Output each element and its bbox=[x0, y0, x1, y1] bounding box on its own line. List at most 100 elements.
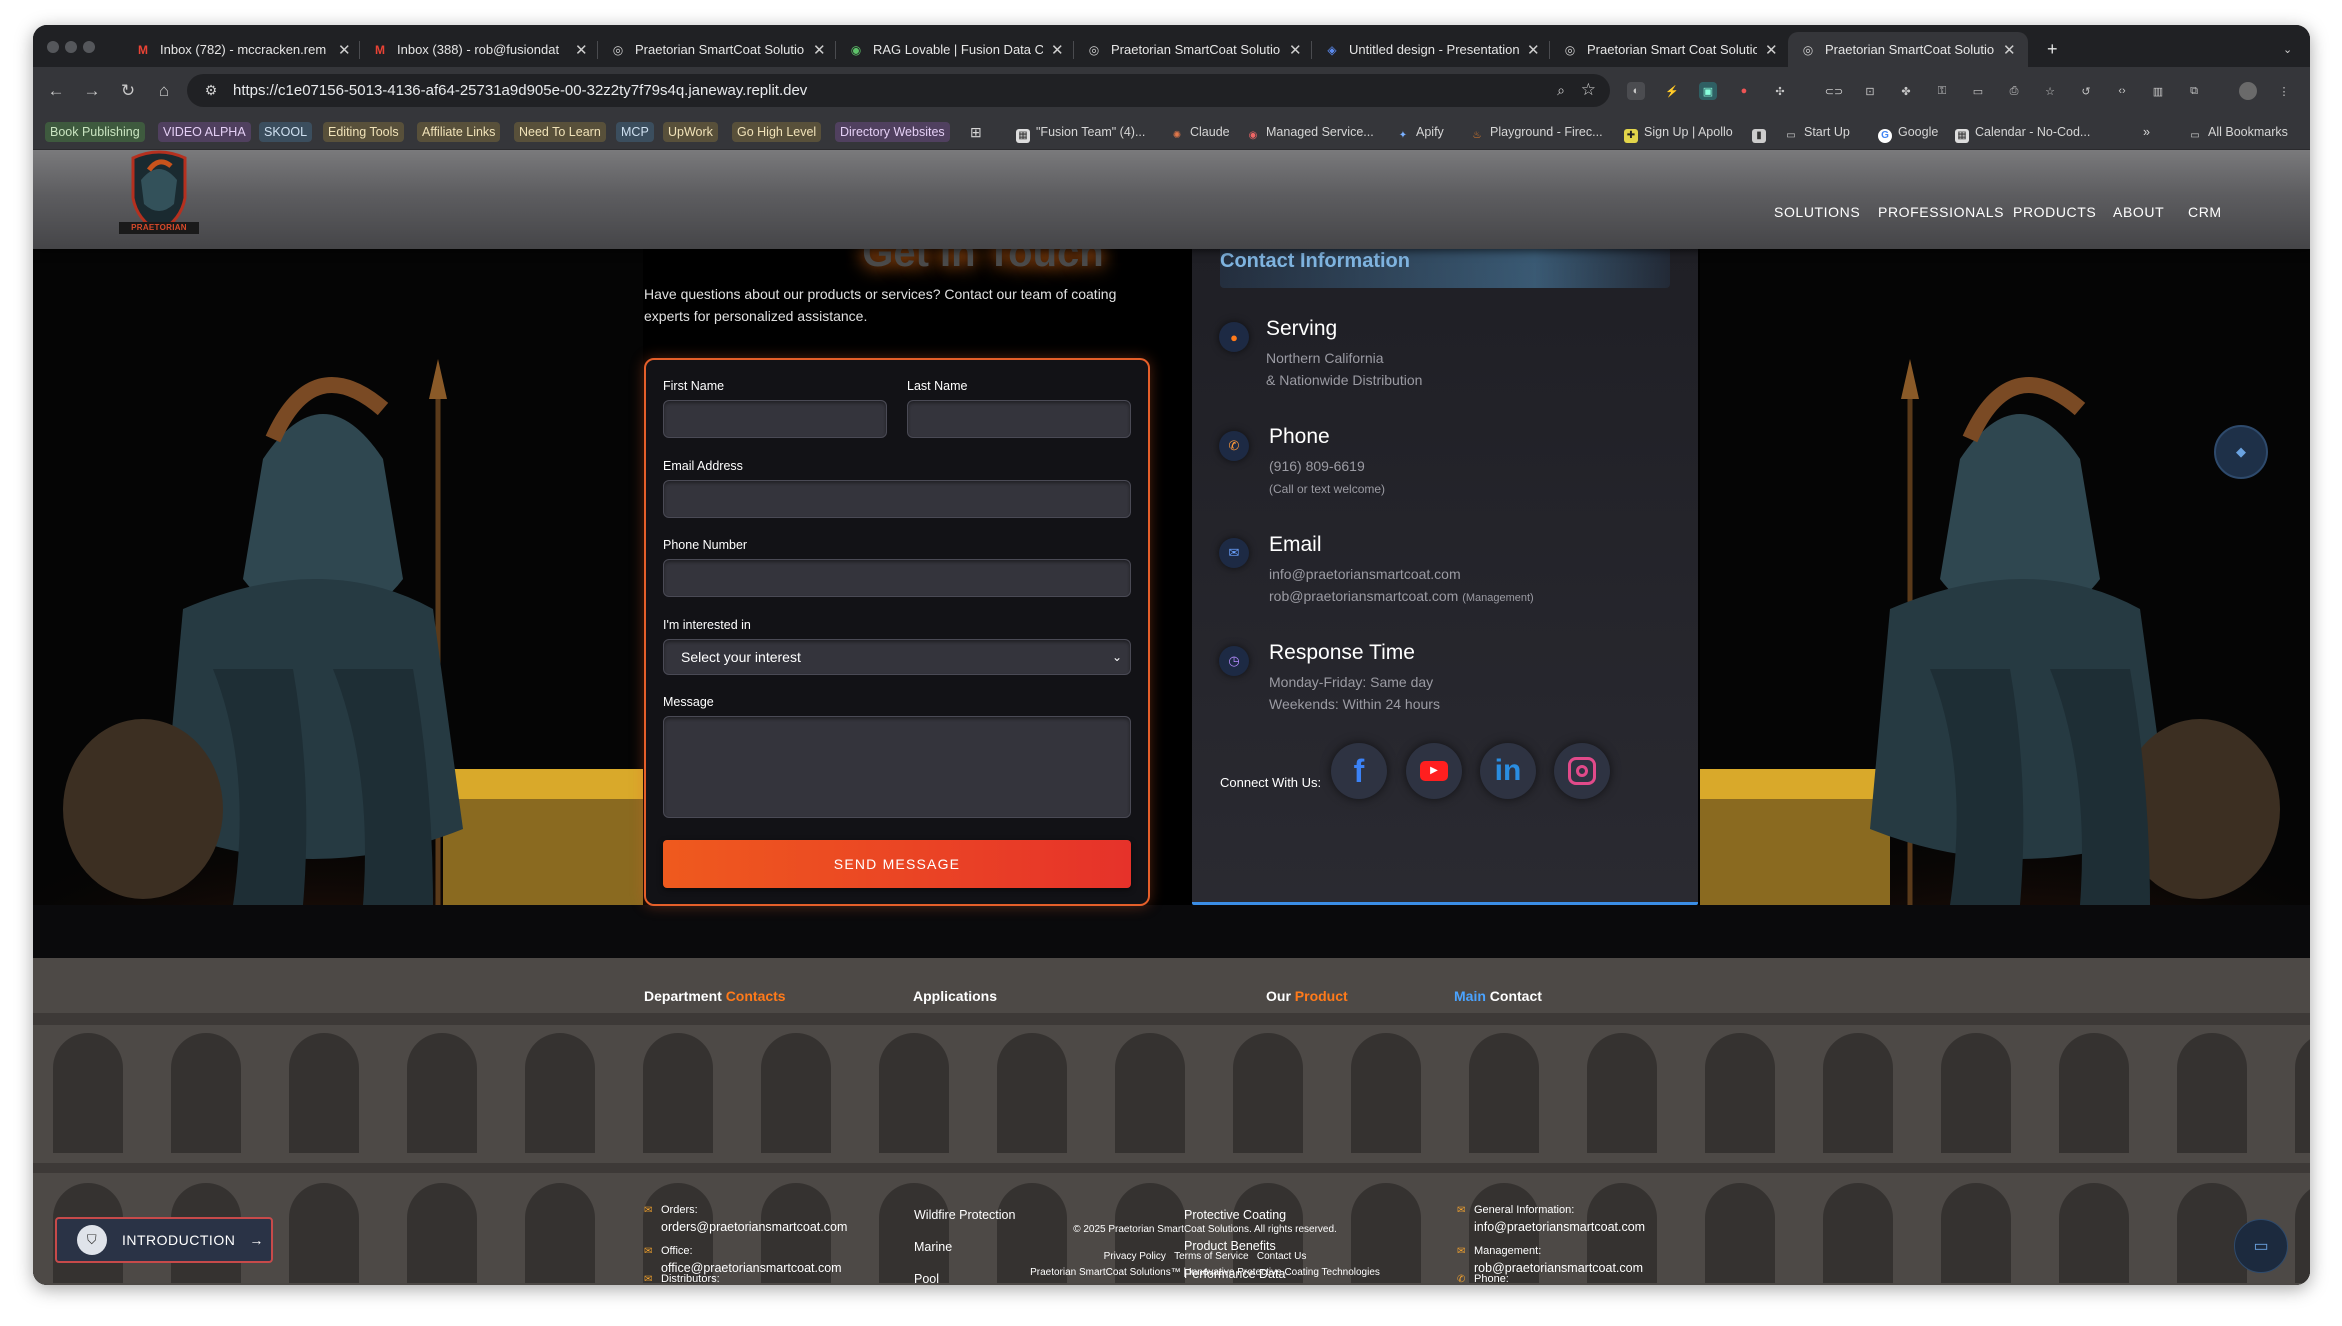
translate-icon[interactable]: ⧉ bbox=[2185, 82, 2203, 100]
email-link[interactable]: rob@praetoriansmartcoat.com bbox=[1269, 588, 1458, 604]
nav-about[interactable]: ABOUT bbox=[2113, 204, 2164, 220]
print-icon[interactable]: ⎙ bbox=[2005, 82, 2023, 100]
bookmark-folder[interactable]: ▭ Start Up bbox=[1779, 122, 1855, 142]
browser-tab[interactable]: ◎ Praetorian Smart Coat Solution ✕ bbox=[1550, 32, 1790, 67]
nav-products[interactable]: PRODUCTS bbox=[2013, 204, 2096, 220]
nav-crm[interactable]: CRM bbox=[2188, 204, 2222, 220]
bookmark-link[interactable]: ◉ Managed Service... bbox=[1241, 122, 1379, 142]
interest-select[interactable]: Select your interest ⌄ bbox=[663, 639, 1131, 675]
close-tab-icon[interactable]: ✕ bbox=[813, 41, 826, 59]
phone-number[interactable]: (916) 809-6619 bbox=[1269, 458, 1365, 474]
youtube-icon[interactable]: ▶ bbox=[1406, 743, 1462, 799]
extension-icon[interactable]: ⚡ bbox=[1663, 82, 1681, 100]
bookmark-link[interactable]: ✺ Claude bbox=[1165, 122, 1235, 142]
linkedin-icon[interactable]: in bbox=[1480, 743, 1536, 799]
orders-email-link[interactable]: orders@praetoriansmartcoat.com bbox=[661, 1220, 847, 1234]
bookmark-folder[interactable]: Book Publishing bbox=[45, 122, 145, 142]
browser-tab[interactable]: ◈ Untitled design - Presentation ✕ bbox=[1312, 32, 1552, 67]
product-link[interactable]: Protective Coating bbox=[1184, 1208, 1286, 1222]
close-tab-icon[interactable]: ✕ bbox=[1051, 41, 1064, 59]
bookmark-star-icon[interactable]: ☆ bbox=[1581, 80, 1596, 100]
contact-us-link[interactable]: Contact Us bbox=[1257, 1251, 1306, 1262]
bookmark-folder[interactable]: Directory Websites bbox=[835, 122, 950, 142]
cast-icon[interactable]: ▭ bbox=[1969, 82, 1987, 100]
introduction-button[interactable]: ⛉ INTRODUCTION → bbox=[55, 1217, 273, 1263]
site-settings-icon[interactable]: ⚙ bbox=[197, 82, 225, 99]
menu-kebab-icon[interactable]: ⋮ bbox=[2275, 82, 2293, 100]
email-input[interactable] bbox=[663, 480, 1131, 518]
send-message-button[interactable]: SEND MESSAGE bbox=[663, 840, 1131, 888]
browser-tab[interactable]: ◉ RAG Lovable | Fusion Data Co ✕ bbox=[836, 32, 1076, 67]
privacy-policy-link[interactable]: Privacy Policy bbox=[1104, 1251, 1166, 1262]
home-icon[interactable]: ⌂ bbox=[151, 78, 177, 104]
zoom-magnifier-icon[interactable]: ⌕ bbox=[1557, 82, 1565, 99]
bookmark-folder[interactable]: Go High Level bbox=[732, 122, 822, 142]
extension-icon[interactable]: ✤ bbox=[1897, 82, 1915, 100]
instagram-icon[interactable] bbox=[1554, 743, 1610, 799]
close-window-dot[interactable] bbox=[47, 41, 59, 53]
puzzle-icon[interactable]: ✣ bbox=[1771, 82, 1789, 100]
all-bookmarks-button[interactable]: ▭ All Bookmarks bbox=[2183, 122, 2293, 142]
facebook-icon[interactable]: f bbox=[1331, 743, 1387, 799]
forward-arrow-icon[interactable]: → bbox=[79, 78, 105, 104]
praetorian-logo[interactable]: PRAETORIAN bbox=[119, 150, 199, 240]
bookmark-link[interactable]: ♨ Playground - Firec... bbox=[1465, 122, 1608, 142]
link-icon[interactable]: ⊂⊃ bbox=[1825, 82, 1843, 100]
general-email-link[interactable]: info@praetoriansmartcoat.com bbox=[1474, 1220, 1645, 1234]
close-tab-icon[interactable]: ✕ bbox=[1765, 41, 1778, 59]
more-bookmarks-chevron-icon[interactable]: » bbox=[2138, 122, 2155, 142]
url-text[interactable]: https://c1e07156-5013-4136-af64-25731a9d… bbox=[233, 82, 807, 99]
application-link[interactable]: Wildfire Protection bbox=[914, 1208, 1015, 1222]
password-icon[interactable]: ⚿ bbox=[1933, 82, 1951, 100]
minimize-window-dot[interactable] bbox=[65, 41, 77, 53]
bookmark-link[interactable]: G Google bbox=[1873, 122, 1943, 143]
bookmark-link[interactable]: ✦ Apify bbox=[1391, 122, 1449, 142]
bookmark-folder[interactable]: Editing Tools bbox=[323, 122, 404, 142]
reload-icon[interactable]: ↻ bbox=[115, 78, 141, 104]
message-textarea[interactable] bbox=[663, 716, 1131, 818]
terms-of-service-link[interactable]: Terms of Service bbox=[1174, 1251, 1248, 1262]
bookmark-folder[interactable]: Affiliate Links bbox=[417, 122, 501, 142]
apps-grid-icon[interactable]: ⊞ bbox=[965, 122, 987, 142]
extension-icon[interactable]: ▣ bbox=[1699, 82, 1717, 100]
nav-solutions[interactable]: SOLUTIONS bbox=[1774, 204, 1860, 220]
chat-bubble-icon[interactable]: ▭ bbox=[2234, 1219, 2288, 1273]
bookmark-folder[interactable]: MCP bbox=[616, 122, 654, 142]
bookmark-folder[interactable]: VIDEO ALPHA bbox=[158, 122, 251, 142]
bookmark-folder[interactable]: Need To Learn bbox=[514, 122, 606, 142]
browser-tab[interactable]: ◎ Praetorian SmartCoat Solution ✕ bbox=[1074, 32, 1314, 67]
screenshot-icon[interactable]: ⊡ bbox=[1861, 82, 1879, 100]
extension-icon[interactable]: ◐ bbox=[1627, 82, 1645, 100]
first-name-input[interactable] bbox=[663, 400, 887, 438]
new-tab-button[interactable]: + bbox=[2035, 32, 2070, 67]
history-icon[interactable]: ↺ bbox=[2077, 82, 2095, 100]
bookmark-folder[interactable]: SKOOL bbox=[259, 122, 313, 142]
application-link[interactable]: Pool bbox=[914, 1272, 939, 1285]
bookmark-folder[interactable]: UpWork bbox=[663, 122, 718, 142]
browser-tab[interactable]: M Inbox (782) - mccracken.rem ✕ bbox=[123, 32, 363, 67]
last-name-input[interactable] bbox=[907, 400, 1131, 438]
close-tab-icon[interactable]: ✕ bbox=[1527, 41, 1540, 59]
trash-icon[interactable]: ▥ bbox=[2149, 82, 2167, 100]
browser-tab[interactable]: M Inbox (388) - rob@fusiondat ✕ bbox=[360, 32, 600, 67]
favorites-icon[interactable]: ☆ bbox=[2041, 82, 2059, 100]
address-bar[interactable]: ⚙ https://c1e07156-5013-4136-af64-25731a… bbox=[187, 74, 1610, 107]
email-link[interactable]: info@praetoriansmartcoat.com bbox=[1269, 566, 1461, 582]
nav-professionals[interactable]: PROFESSIONALS bbox=[1878, 204, 2004, 220]
back-arrow-icon[interactable]: ← bbox=[43, 78, 69, 104]
profile-avatar-icon[interactable] bbox=[2239, 82, 2257, 100]
devtools-icon[interactable]: ‹› bbox=[2113, 82, 2131, 100]
navigation-compass-icon[interactable]: ◆ bbox=[2214, 425, 2268, 479]
bookmark-link[interactable]: ▮ bbox=[1747, 122, 1777, 143]
close-tab-icon[interactable]: ✕ bbox=[338, 41, 351, 59]
extension-icon[interactable]: ● bbox=[1735, 82, 1753, 100]
close-tab-icon[interactable]: ✕ bbox=[2003, 41, 2016, 59]
bookmark-link[interactable]: ✚ Sign Up | Apollo bbox=[1619, 122, 1738, 143]
browser-tab-active[interactable]: ◎ Praetorian SmartCoat Solution ✕ bbox=[1788, 32, 2028, 67]
zoom-window-dot[interactable] bbox=[83, 41, 95, 53]
browser-tab[interactable]: ◎ Praetorian SmartCoat Solution ✕ bbox=[598, 32, 838, 67]
bookmark-link[interactable]: ▦ Calendar - No-Cod... bbox=[1950, 122, 2095, 143]
tab-search-chevron-icon[interactable]: ⌄ bbox=[2271, 32, 2304, 67]
application-link[interactable]: Marine bbox=[914, 1240, 952, 1254]
bookmark-link[interactable]: ▦ "Fusion Team" (4)... bbox=[1011, 122, 1150, 143]
